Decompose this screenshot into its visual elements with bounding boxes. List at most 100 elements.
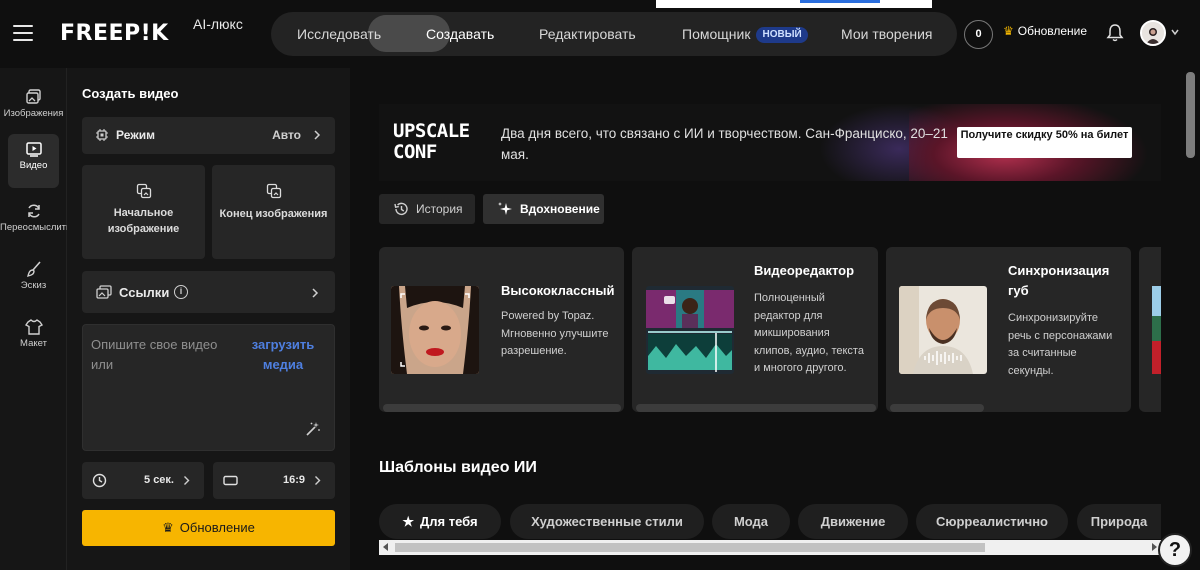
- panel-title: Создать видео: [82, 86, 179, 101]
- references-label: Ссылки: [119, 285, 170, 300]
- mockup-icon: [24, 319, 43, 335]
- browser-top-overlay: [656, 0, 932, 8]
- inspiration-button[interactable]: Вдохновение: [483, 194, 604, 224]
- avatar-image: [1142, 22, 1164, 44]
- tool-title: Синхронизация губ: [1008, 263, 1110, 298]
- video-editor-image: [646, 286, 734, 374]
- scroll-right-arrow[interactable]: [1152, 543, 1157, 551]
- rail-item-label: Видео: [19, 160, 48, 171]
- bell-icon[interactable]: [1106, 23, 1124, 43]
- end-image-slot[interactable]: Конец изображения: [212, 165, 335, 259]
- tool-card-lip-sync[interactable]: Синхронизация губ Синхронизируйте речь с…: [886, 247, 1131, 412]
- magic-wand-icon[interactable]: [305, 421, 321, 437]
- nav-edit[interactable]: Редактировать: [539, 12, 636, 56]
- card-scrollbar[interactable]: [890, 404, 984, 412]
- crown-icon: ♛: [162, 520, 174, 535]
- nav-assistant[interactable]: Помощник НОВЫЙ: [682, 12, 808, 56]
- template-chip-for-you[interactable]: ★ Для тебя: [379, 504, 501, 539]
- template-chip-nature[interactable]: Природа: [1077, 504, 1161, 539]
- tool-card-partial[interactable]: [1139, 247, 1161, 412]
- page-scrollbar-thumb[interactable]: [1186, 72, 1195, 158]
- rail-item-sketch[interactable]: Эскиз: [0, 254, 67, 308]
- card-scrollbar[interactable]: [383, 404, 621, 412]
- template-chip-surreal[interactable]: Сюрреалистично: [916, 504, 1068, 539]
- duration-value: 5 сек.: [144, 474, 174, 486]
- nav-assistant-label: Помощник: [682, 26, 751, 42]
- rail-item-label: Переосмыслить: [0, 222, 71, 233]
- main-nav: Исследовать Создавать Редактировать Помо…: [271, 12, 957, 56]
- horizontal-scrollbar[interactable]: [379, 540, 1161, 555]
- duration-selector[interactable]: 5 сек.: [82, 462, 204, 499]
- tool-rail: Изображения Видео Переосмыслить Эскиз Ма…: [0, 68, 71, 570]
- rail-item-reimagine[interactable]: Переосмыслить: [0, 196, 71, 250]
- start-image-slot[interactable]: Начальное изображение: [82, 165, 205, 259]
- mode-label: Режим: [116, 128, 155, 142]
- references-row[interactable]: Ссылки i: [82, 271, 335, 313]
- upscaler-thumbnail: [391, 286, 479, 374]
- info-icon[interactable]: i: [174, 285, 188, 299]
- upgrade-link[interactable]: ♛ Обновление: [1003, 24, 1087, 38]
- mode-value: Авто: [272, 128, 301, 142]
- portrait-image: [391, 286, 479, 374]
- rail-item-label: Изображения: [3, 108, 64, 119]
- upgrade-link-label: Обновление: [1017, 24, 1088, 38]
- avatar[interactable]: [1140, 20, 1166, 46]
- template-chip-fashion[interactable]: Мода: [712, 504, 790, 539]
- scroll-left-arrow[interactable]: [383, 543, 388, 551]
- upload-media-link[interactable]: загрузить медиа: [243, 335, 323, 375]
- chevron-right-icon: [184, 476, 190, 485]
- rail-item-label: Эскиз: [20, 280, 47, 291]
- create-video-panel: Создать видео Режим Авто Начальное изобр…: [67, 68, 350, 570]
- clock-icon: [92, 473, 107, 488]
- freepik-logo[interactable]: FREEP!K: [60, 21, 169, 46]
- start-image-label: Начальное изображение: [107, 207, 180, 235]
- nav-my-creations[interactable]: Мои творения: [841, 12, 933, 56]
- aspect-ratio-icon: [223, 475, 238, 486]
- aspect-ratio-value: 16:9: [282, 474, 305, 486]
- history-button[interactable]: История: [379, 194, 475, 224]
- help-button[interactable]: ?: [1158, 533, 1192, 567]
- scrollbar-thumb[interactable]: [395, 543, 985, 552]
- logo-line-2: CONF: [393, 141, 437, 163]
- mode-selector[interactable]: Режим Авто: [82, 117, 335, 154]
- upgrade-button[interactable]: ♛ Обновление: [82, 510, 335, 546]
- rail-item-label: Макет: [20, 338, 47, 349]
- partial-thumbnail: [1152, 286, 1161, 374]
- video-editor-thumbnail: [646, 286, 734, 374]
- image-icon: [25, 89, 41, 104]
- prompt-textarea[interactable]: Опишите свое видео или загрузить медиа: [82, 324, 335, 451]
- tool-description: Powered by Topaz. Мгновенно улучшите раз…: [501, 310, 609, 357]
- templates-section-title: Шаблоны видео ИИ: [379, 459, 537, 476]
- template-chip-art-styles[interactable]: Художественные стили: [510, 504, 704, 539]
- tool-description: Синхронизируйте речь с персонажами за сч…: [1008, 312, 1113, 377]
- brush-icon: [26, 261, 41, 277]
- menu-icon[interactable]: [13, 25, 33, 41]
- nav-create[interactable]: Создавать: [426, 12, 494, 56]
- inspiration-label: Вдохновение: [520, 202, 600, 216]
- tool-card-video-editor[interactable]: Видеоредактор Полноценный редактор для м…: [632, 247, 878, 412]
- promo-cta-button[interactable]: Получите скидку 50% на билет: [957, 127, 1132, 158]
- aspect-ratio-selector[interactable]: 16:9: [213, 462, 335, 499]
- card-scrollbar[interactable]: [636, 404, 876, 412]
- rail-item-mockup[interactable]: Макет: [0, 312, 67, 366]
- star-icon: ★: [402, 514, 415, 529]
- chip-label: Для тебя: [420, 514, 478, 529]
- tool-title: Видеоредактор: [754, 263, 855, 278]
- template-chip-motion[interactable]: Движение: [798, 504, 908, 539]
- tool-card-upscaler[interactable]: Высококлассный Powered by Topaz. Мгновен…: [379, 247, 624, 412]
- tool-description: Полноценный редактор для микширования кл…: [754, 292, 864, 374]
- crown-icon: ♛: [1003, 24, 1014, 38]
- lip-sync-thumbnail: [899, 286, 987, 374]
- prompt-placeholder: Опишите свое видео или: [91, 337, 218, 372]
- chevron-down-icon[interactable]: [1170, 27, 1180, 37]
- overlay-accent-bar: [800, 0, 880, 3]
- sparkles-icon: [498, 202, 512, 215]
- credits-counter[interactable]: 0: [964, 20, 993, 49]
- logo-line-1: UPSCALE: [393, 120, 470, 142]
- chip-icon: [96, 129, 108, 141]
- promo-text: Два дня всего, что связано с ИИ и творче…: [501, 126, 948, 162]
- nav-explore[interactable]: Исследовать: [297, 12, 381, 56]
- rail-item-video[interactable]: Видео: [8, 134, 59, 188]
- rail-item-images[interactable]: Изображения: [0, 82, 67, 136]
- chevron-right-icon: [312, 288, 319, 298]
